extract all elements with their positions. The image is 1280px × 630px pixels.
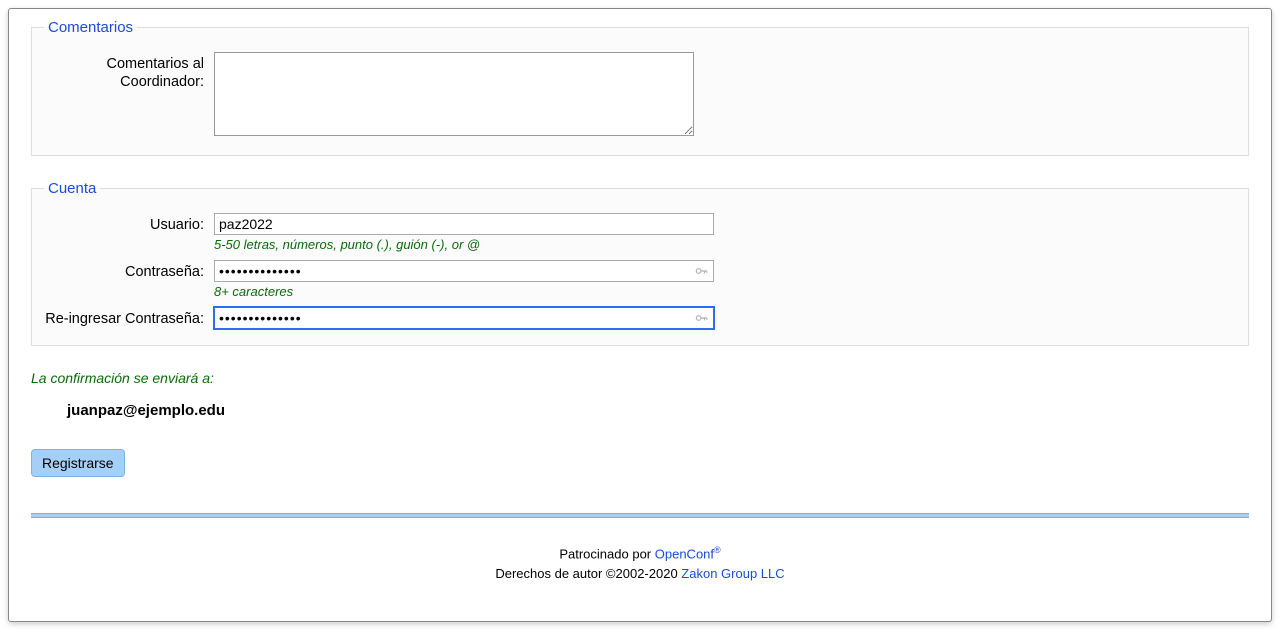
zakon-link[interactable]: Zakon Group LLC: [681, 566, 784, 581]
cuenta-fieldset: Cuenta Usuario: 5-50 letras, números, pu…: [31, 180, 1249, 346]
submit-button[interactable]: Registrarse: [31, 449, 125, 477]
registered-mark: ®: [714, 545, 721, 555]
copyright-prefix: Derechos de autor ©2002-2020: [495, 566, 681, 581]
comentarios-fieldset: Comentarios Comentarios al Coordinador:: [31, 19, 1249, 156]
sponsored-prefix: Patrocinado por: [559, 546, 654, 561]
password-hint: 8+ caracteres: [214, 284, 1236, 299]
comentarios-legend: Comentarios: [44, 19, 137, 36]
password2-label: Re-ingresar Contraseña:: [44, 307, 214, 328]
comentarios-label: Comentarios al Coordinador:: [44, 52, 214, 91]
usuario-hint: 5-50 letras, números, punto (.), guión (…: [214, 237, 1236, 252]
page-container: Comentarios Comentarios al Coordinador: …: [8, 8, 1272, 622]
openconf-link[interactable]: OpenConf: [655, 546, 714, 561]
password2-input[interactable]: [214, 307, 714, 329]
confirm-email: juanpaz@ejemplo.edu: [67, 402, 1249, 419]
footer: Patrocinado por OpenConf® Derechos de au…: [31, 518, 1249, 611]
confirm-text: La confirmación se enviará a:: [31, 370, 1249, 386]
password2-row: Re-ingresar Contraseña:: [44, 307, 1236, 329]
cuenta-legend: Cuenta: [44, 180, 100, 197]
usuario-row: Usuario: 5-50 letras, números, punto (.)…: [44, 213, 1236, 252]
comentarios-row: Comentarios al Coordinador:: [44, 52, 1236, 139]
password-input[interactable]: [214, 260, 714, 282]
password-row: Contraseña: 8+ caracteres: [44, 260, 1236, 299]
usuario-label: Usuario:: [44, 213, 214, 234]
password-label: Contraseña:: [44, 260, 214, 281]
comentarios-textarea[interactable]: [214, 52, 694, 136]
usuario-input[interactable]: [214, 213, 714, 235]
